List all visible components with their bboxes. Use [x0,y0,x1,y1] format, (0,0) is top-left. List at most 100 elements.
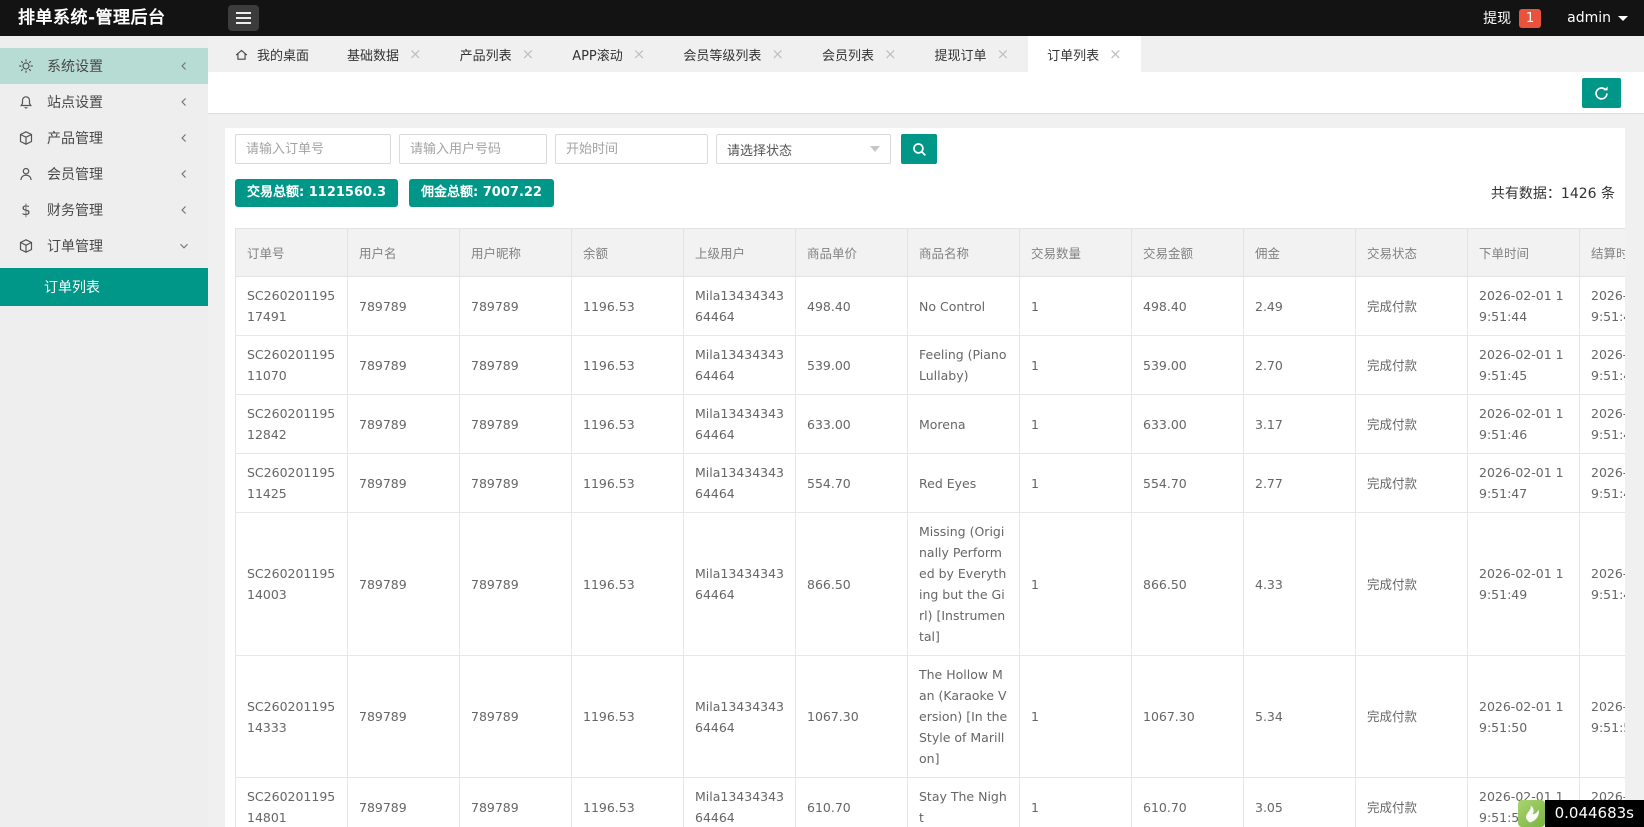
sidebar-item-system-settings[interactable]: 系统设置 [0,48,208,84]
user-icon [18,166,34,182]
table-cell: 498.40 [1132,277,1244,336]
table-cell: SC26020119512842 [236,395,348,454]
table-cell: 1196.53 [572,336,684,395]
table-cell: 1067.30 [1132,656,1244,778]
table-cell: 1 [1020,395,1132,454]
table-header-cell: 上级用户 [684,229,796,277]
status-select[interactable]: 请选择状态 [716,134,891,164]
table-header-cell: 佣金 [1244,229,1356,277]
table-row: SC260201195128427897897897891196.53Mila1… [236,395,1626,454]
toolbar [208,72,1644,114]
thinkphp-logo-icon[interactable] [1518,800,1545,827]
bell-icon [18,94,34,110]
table-row: SC260201195140037897897897891196.53Mila1… [236,513,1626,656]
table-cell: 789789 [460,336,572,395]
close-icon[interactable]: × [409,47,422,62]
chevron-down-icon [870,146,880,152]
sidebar-item-product-management[interactable]: 产品管理 [0,120,208,156]
table-cell: Morena [908,395,1020,454]
table-cell: 789789 [348,656,460,778]
admin-page: 排单系统-管理后台 提现 1 admin 系统设置站点设置产品管理会员管理 $财务… [0,0,1644,827]
tab-label: 产品列表 [460,45,512,64]
table-cell: 610.70 [1132,778,1244,827]
user-no-input[interactable] [399,134,547,164]
tab-member-list[interactable]: 会员列表 × [803,36,916,72]
withdraw-link[interactable]: 提现 [1483,8,1511,28]
table-header-cell: 商品单价 [796,229,908,277]
sidebar-item-site-settings[interactable]: 站点设置 [0,84,208,120]
tab-label: APP滚动 [572,45,623,64]
tab-withdraw-orders[interactable]: 提现订单 × [916,36,1029,72]
table-cell: 完成付款 [1356,336,1468,395]
table-cell: SC26020119514333 [236,656,348,778]
tab-product-list[interactable]: 产品列表 × [441,36,554,72]
sidebar-item-label: 系统设置 [47,56,103,76]
table-cell: SC26020119517491 [236,277,348,336]
sidebar-item-member-management[interactable]: 会员管理 [0,156,208,192]
table-cell: 2026-02-01 19:51:46 [1580,395,1626,454]
search-button[interactable] [901,134,937,164]
app-title: 排单系统-管理后台 [18,0,166,36]
chevron-left-icon [177,203,191,217]
table-cell: 3.17 [1244,395,1356,454]
table-header-cell: 下单时间 [1468,229,1580,277]
table-cell: 633.00 [1132,395,1244,454]
refresh-button[interactable] [1582,78,1621,108]
table-cell: 2026-02-01 19:51:47 [1580,454,1626,513]
table-header-cell: 交易状态 [1356,229,1468,277]
tab-label: 提现订单 [935,45,987,64]
table-cell: 789789 [348,454,460,513]
tab-app-scroll[interactable]: APP滚动 × [553,36,664,72]
hamburger-button[interactable] [228,5,259,31]
sidebar-subitem-order-list[interactable]: 订单列表 [0,268,208,306]
table-row: SC260201195174917897897897891196.53Mila1… [236,277,1626,336]
tab-basic-data[interactable]: 基础数据 × [328,36,441,72]
order-no-input[interactable] [235,134,391,164]
close-icon[interactable]: × [884,47,897,62]
record-count: 共有数据：1426 条 [1491,183,1615,203]
table-cell: 610.70 [796,778,908,827]
close-icon[interactable]: × [771,47,784,62]
tab-label: 会员列表 [822,45,874,64]
sidebar: 系统设置站点设置产品管理会员管理 $财务管理订单管理订单列表 [0,36,208,827]
close-icon[interactable]: × [1109,47,1122,62]
table-cell: SC26020119514801 [236,778,348,827]
sidebar-item-finance-management[interactable]: $财务管理 [0,192,208,228]
table-header-cell: 结算时间 [1580,229,1626,277]
summary-row: 交易总额: 1121560.3 佣金总额: 7007.22 共有数据：1426 … [235,179,1625,207]
table-cell: SC26020119514003 [236,513,348,656]
withdraw-badge[interactable]: 1 [1519,9,1541,28]
content-area: 请选择状态 交易总额: 1121560.3 佣金总额: 7007.22 共有数据… [208,114,1644,827]
table-cell: 2026-02-01 19:51:45 [1580,336,1626,395]
trade-total-chip: 交易总额: 1121560.3 [235,179,398,207]
table-cell: 完成付款 [1356,778,1468,827]
table-cell: 789789 [348,513,460,656]
close-icon[interactable]: × [522,47,535,62]
sidebar-item-label: 订单管理 [47,236,103,256]
table-cell: 1196.53 [572,277,684,336]
table-cell: SC26020119511070 [236,336,348,395]
status-select-value: 请选择状态 [727,140,792,159]
table-header-row: 订单号用户名用户昵称余额上级用户商品单价商品名称交易数量交易金额佣金交易状态下单… [236,229,1626,277]
close-icon[interactable]: × [997,47,1010,62]
table-cell: 1067.30 [796,656,908,778]
table-row: SC260201195110707897897897891196.53Mila1… [236,336,1626,395]
start-time-input[interactable] [555,134,708,164]
cube-icon [18,238,34,254]
tab-order-list[interactable]: 订单列表× [1028,36,1141,72]
tab-label: 基础数据 [347,45,399,64]
table-cell: 789789 [460,656,572,778]
table-cell: 2026-02-01 19:51:44 [1468,277,1580,336]
table-header-cell: 交易金额 [1132,229,1244,277]
commission-total-chip: 佣金总额: 7007.22 [409,179,554,207]
tab-my-desktop[interactable]: 我的桌面 [215,36,328,72]
caret-down-icon [1618,16,1628,21]
table-cell: 866.50 [1132,513,1244,656]
tab-member-level-list[interactable]: 会员等级列表× [664,36,803,72]
table-cell: 1 [1020,277,1132,336]
sidebar-item-label: 会员管理 [47,164,103,184]
close-icon[interactable]: × [633,47,646,62]
admin-menu[interactable]: admin [1567,10,1628,26]
sidebar-item-order-management[interactable]: 订单管理 [0,228,208,264]
chevron-down-icon [177,239,191,253]
